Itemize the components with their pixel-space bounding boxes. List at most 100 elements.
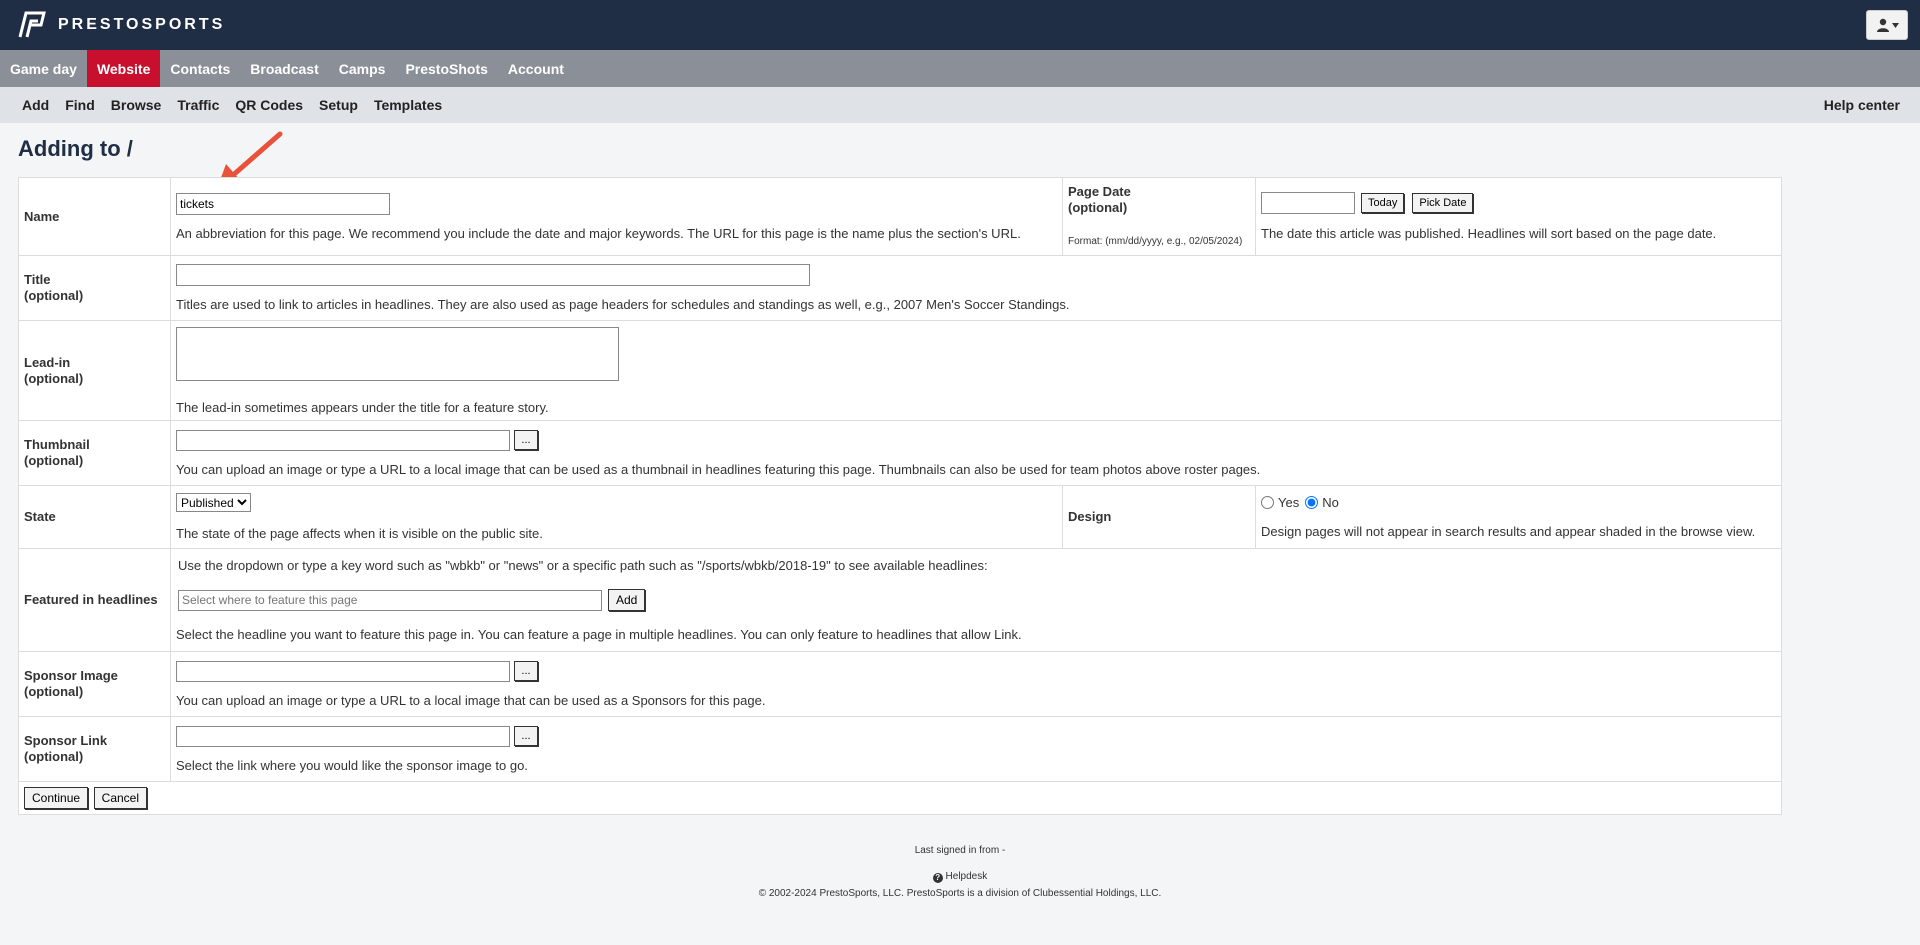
design-label-text: Design [1068, 509, 1112, 524]
nav-broadcast[interactable]: Broadcast [240, 50, 328, 87]
caret-down-icon [1891, 22, 1899, 28]
thumbnail-help: You can upload an image or type a URL to… [176, 461, 1261, 477]
sponsor-image-optional: (optional) [24, 684, 84, 699]
sub-nav: Add Find Browse Traffic QR Codes Setup T… [0, 87, 1920, 123]
actions-row: Continue Cancel [18, 781, 1782, 815]
nav-camps[interactable]: Camps [329, 50, 396, 87]
page-date-optional: (optional) [1068, 199, 1128, 215]
subnav-setup[interactable]: Setup [311, 97, 366, 113]
featured-search-input[interactable] [178, 589, 602, 611]
featured-add-button[interactable]: Add [608, 589, 646, 611]
page-date-label-text: Page Date [1068, 183, 1131, 199]
user-menu-button[interactable] [1866, 10, 1908, 40]
helpdesk-label: Helpdesk [945, 871, 988, 882]
sponsor-image-help: You can upload an image or type a URL to… [176, 692, 766, 708]
thumbnail-cell: ... You can upload an image or type a UR… [170, 420, 1782, 486]
title-input[interactable] [176, 264, 810, 286]
state-label: State [18, 485, 171, 549]
nav-prestoshots[interactable]: PrestoShots [395, 50, 497, 87]
sponsor-image-row: Sponsor Image (optional) ... You can upl… [18, 651, 1782, 717]
featured-intro: Use the dropdown or type a key word such… [178, 558, 988, 573]
title-optional: (optional) [24, 288, 84, 303]
design-cell: Yes No Design pages will not appear in s… [1255, 485, 1782, 549]
page-date-format: Format: (mm/dd/yyyy, e.g., 02/05/2024) [1068, 235, 1243, 247]
add-page-form: Name An abbreviation for this page. We r… [18, 177, 1782, 815]
title-label-text: Title [24, 272, 51, 287]
help-center-link[interactable]: Help center [1816, 97, 1908, 113]
subnav-qr-codes[interactable]: QR Codes [227, 97, 311, 113]
nav-game-day[interactable]: Game day [0, 50, 87, 87]
featured-label: Featured in headlines [18, 548, 171, 652]
sponsor-image-label: Sponsor Image (optional) [18, 651, 171, 717]
design-no-radio[interactable] [1305, 496, 1319, 509]
last-signed-text: Last signed in from - [914, 845, 1006, 856]
leadin-label-text: Lead-in [24, 354, 71, 370]
thumbnail-label-text: Thumbnail [24, 437, 90, 452]
title-label: Title (optional) [18, 255, 171, 321]
sponsor-link-row: Sponsor Link (optional) ... Select the l… [18, 716, 1782, 782]
copyright-text: © 2002-2024 PrestoSports, LLC. PrestoSpo… [758, 888, 1162, 899]
featured-label-text: Featured in headlines [24, 592, 158, 607]
featured-cell: Use the dropdown or type a key word such… [170, 548, 1782, 652]
subnav-browse[interactable]: Browse [103, 97, 170, 113]
subnav-templates[interactable]: Templates [366, 97, 450, 113]
sponsor-link-label: Sponsor Link (optional) [18, 716, 171, 782]
page-title: Adding to / [18, 136, 133, 161]
subnav-find[interactable]: Find [57, 97, 103, 113]
state-cell: Published The state of the page affects … [170, 485, 1063, 549]
main-nav: Game day Website Contacts Broadcast Camp… [0, 50, 1920, 87]
sponsor-image-cell: ... You can upload an image or type a UR… [170, 651, 1782, 717]
continue-button[interactable]: Continue [24, 787, 89, 809]
name-label-text: Name [24, 208, 60, 224]
leadin-textarea[interactable] [176, 326, 619, 381]
question-circle-icon: ? [932, 873, 943, 883]
thumbnail-label: Thumbnail (optional) [18, 420, 171, 486]
leadin-cell: The lead-in sometimes appears under the … [170, 320, 1782, 421]
name-row: Name An abbreviation for this page. We r… [18, 177, 1782, 256]
page-date-cell: Today Pick Date The date this article wa… [1255, 177, 1782, 256]
brand[interactable]: PRESTOSPORTS [14, 11, 225, 39]
design-help: Design pages will not appear in search r… [1261, 524, 1756, 539]
subnav-add[interactable]: Add [14, 97, 57, 113]
sponsor-image-label-text: Sponsor Image [24, 668, 118, 683]
sponsor-image-browse-button[interactable]: ... [514, 661, 538, 681]
sponsor-link-help: Select the link where you would like the… [176, 757, 528, 773]
subnav-traffic[interactable]: Traffic [169, 97, 227, 113]
sponsor-image-input[interactable] [176, 660, 510, 682]
sponsor-link-browse-button[interactable]: ... [514, 726, 538, 746]
name-input[interactable] [176, 192, 390, 215]
helpdesk-link[interactable]: ? Helpdesk [0, 871, 1920, 883]
title-help: Titles are used to link to articles in h… [176, 297, 1070, 312]
state-row: State Published The state of the page af… [18, 485, 1782, 549]
cancel-button[interactable]: Cancel [93, 787, 148, 809]
design-yes-radio[interactable] [1261, 496, 1274, 509]
user-icon [1876, 18, 1889, 32]
leadin-help: The lead-in sometimes appears under the … [176, 399, 549, 415]
title-cell: Titles are used to link to articles in h… [170, 255, 1782, 321]
page-date-help: The date this article was published. Hea… [1261, 226, 1717, 241]
top-bar: PRESTOSPORTS [0, 0, 1920, 50]
today-button[interactable]: Today [1361, 193, 1405, 213]
pick-date-button[interactable]: Pick Date [1412, 193, 1474, 213]
nav-contacts[interactable]: Contacts [160, 50, 240, 87]
actions-cell: Continue Cancel [18, 781, 1782, 815]
featured-row: Featured in headlines Use the dropdown o… [18, 548, 1782, 652]
thumbnail-input[interactable] [176, 429, 510, 451]
sponsor-link-label-text: Sponsor Link [24, 733, 108, 748]
leadin-row: Lead-in (optional) The lead-in sometimes… [18, 320, 1782, 421]
page-date-input[interactable] [1261, 192, 1355, 214]
state-select[interactable]: Published [176, 493, 251, 512]
state-help: The state of the page affects when it is… [176, 526, 543, 541]
thumbnail-row: Thumbnail (optional) ... You can upload … [18, 420, 1782, 486]
nav-website[interactable]: Website [86, 50, 161, 87]
sponsor-link-cell: ... Select the link where you would like… [170, 716, 1782, 782]
leadin-optional: (optional) [24, 370, 84, 386]
featured-help: Select the headline you want to feature … [176, 627, 1022, 642]
design-no-label: No [1322, 495, 1339, 510]
state-label-text: State [24, 509, 56, 524]
name-help: An abbreviation for this page. We recomm… [176, 225, 1021, 241]
sponsor-link-input[interactable] [176, 725, 510, 747]
thumbnail-browse-button[interactable]: ... [514, 430, 538, 450]
thumbnail-optional: (optional) [24, 453, 84, 468]
nav-account[interactable]: Account [498, 50, 574, 87]
